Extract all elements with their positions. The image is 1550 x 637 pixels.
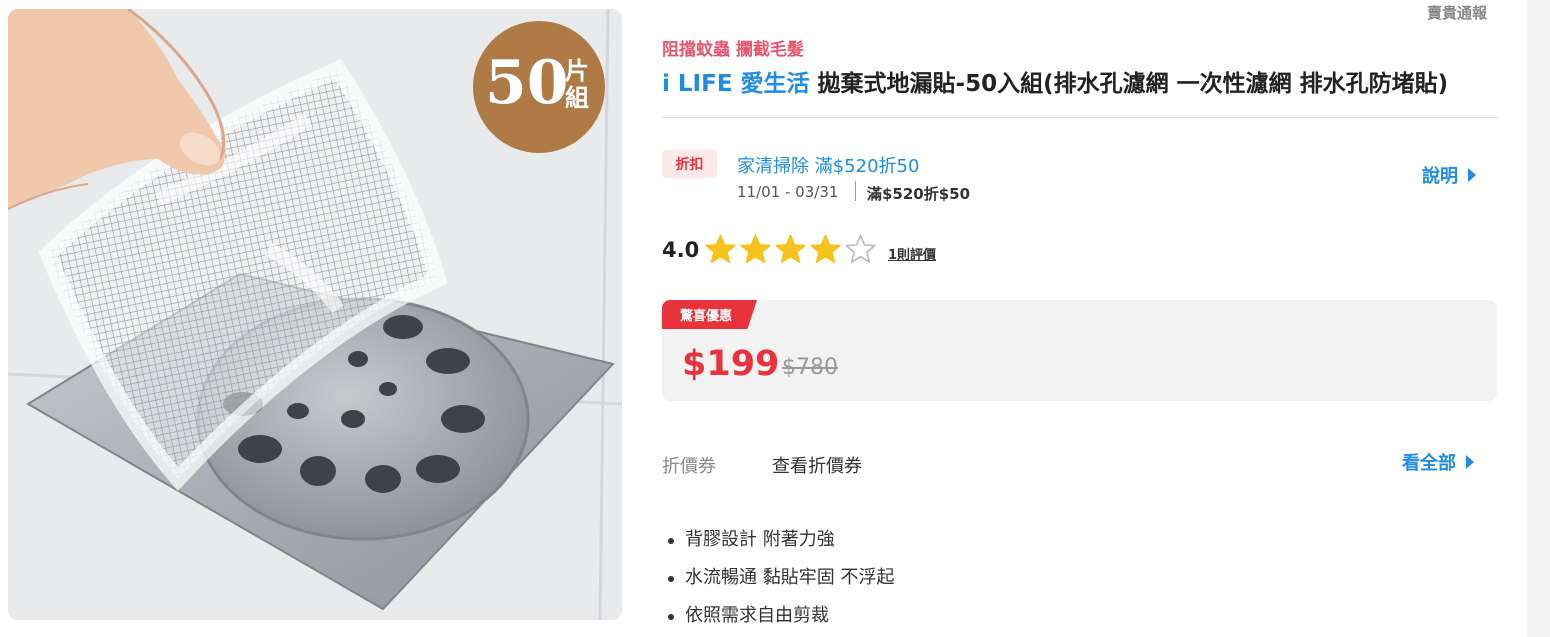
brand-link[interactable]: i LIFE 愛生活 bbox=[662, 71, 810, 97]
caret-right-icon bbox=[1468, 168, 1476, 182]
product-image[interactable]: 50 片組 bbox=[8, 9, 622, 620]
report-price-link[interactable]: 賣貴通報 bbox=[1427, 2, 1487, 23]
promo-rule: 滿$520折$50 bbox=[867, 185, 971, 203]
promo-dates: 11/01 - 03/31 bbox=[737, 183, 839, 201]
reviews-link[interactable]: 1則評價 bbox=[888, 244, 936, 263]
see-all-label: 看全部 bbox=[1402, 453, 1456, 474]
product-page: 50 片組 賣貴通報 阻擋蚊蟲 攔截毛髮 i LIFE 愛生活 拋棄式地漏貼-5… bbox=[0, 0, 1550, 637]
scrollbar[interactable] bbox=[1527, 0, 1550, 637]
pack-count-badge: 50 片組 bbox=[473, 21, 605, 153]
rating-value: 4.0 bbox=[662, 238, 700, 262]
rating-stars bbox=[705, 234, 876, 265]
price-tag: 驚喜優惠 bbox=[662, 300, 757, 329]
feature-list: 背膠設計 附著力強 水流暢通 黏貼牢固 不浮起 依照需求自由剪裁 bbox=[668, 521, 894, 635]
feature-item: 背膠設計 附著力強 bbox=[668, 521, 894, 559]
see-all-coupons-button[interactable]: 看全部 bbox=[1402, 449, 1474, 475]
feature-item: 水流暢通 黏貼牢固 不浮起 bbox=[668, 559, 894, 597]
star-filled-icon bbox=[775, 234, 806, 264]
product-name: 拋棄式地漏貼-50入組(排水孔濾網 一次性濾網 排水孔防堵貼) bbox=[809, 71, 1449, 97]
star-empty-icon bbox=[845, 234, 876, 264]
price-box: 驚喜優惠 $199 $780 bbox=[662, 300, 1497, 401]
divider bbox=[855, 181, 856, 201]
promo-name-link[interactable]: 家清掃除 滿$520折50 bbox=[737, 152, 919, 178]
sale-price: $199 bbox=[682, 344, 780, 384]
badge-number: 50 bbox=[485, 48, 569, 118]
product-title: i LIFE 愛生活 拋棄式地漏貼-50入組(排水孔濾網 一次性濾網 排水孔防堵… bbox=[662, 64, 1502, 98]
product-slogan: 阻擋蚊蟲 攔截毛髮 bbox=[662, 40, 804, 60]
divider bbox=[662, 117, 1499, 118]
promo-explain-button[interactable]: 說明 bbox=[1422, 162, 1476, 188]
feature-item: 依照需求自由剪裁 bbox=[668, 597, 894, 635]
original-price: $780 bbox=[782, 355, 838, 380]
coupon-label: 折價券 bbox=[662, 456, 716, 477]
star-filled-icon bbox=[810, 234, 841, 264]
promo-tag: 折扣 bbox=[662, 150, 717, 178]
star-filled-icon bbox=[740, 234, 771, 264]
caret-right-icon bbox=[1466, 455, 1474, 469]
explain-label: 說明 bbox=[1422, 166, 1458, 187]
star-filled-icon bbox=[705, 234, 736, 264]
badge-unit: 片組 bbox=[565, 56, 589, 112]
view-coupons-link[interactable]: 查看折價券 bbox=[772, 452, 862, 478]
